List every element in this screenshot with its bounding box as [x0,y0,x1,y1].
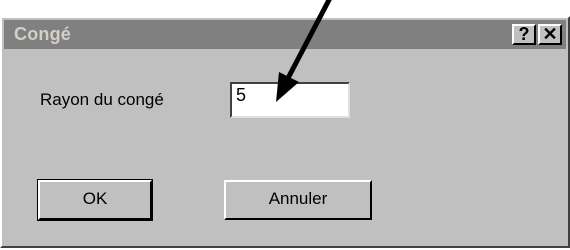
question-mark-icon: ? [518,24,530,44]
conge-dialog: Congé ? ✕ Rayon du congé 5 OK Annuler [0,16,570,248]
cancel-button[interactable]: Annuler [224,180,372,220]
close-icon: ✕ [542,24,558,44]
radius-label: Rayon du congé [40,90,164,109]
close-button[interactable]: ✕ [538,24,562,45]
help-button[interactable]: ? [512,24,536,45]
ok-button-label: OK [82,189,108,208]
window-title: Congé [14,24,71,44]
stage: Congé ? ✕ Rayon du congé 5 OK Annuler [0,0,570,250]
radius-input[interactable]: 5 [230,82,350,118]
title-bar: Congé ? ✕ [4,20,566,49]
cancel-button-label: Annuler [268,189,328,208]
ok-button[interactable]: OK [37,179,153,221]
